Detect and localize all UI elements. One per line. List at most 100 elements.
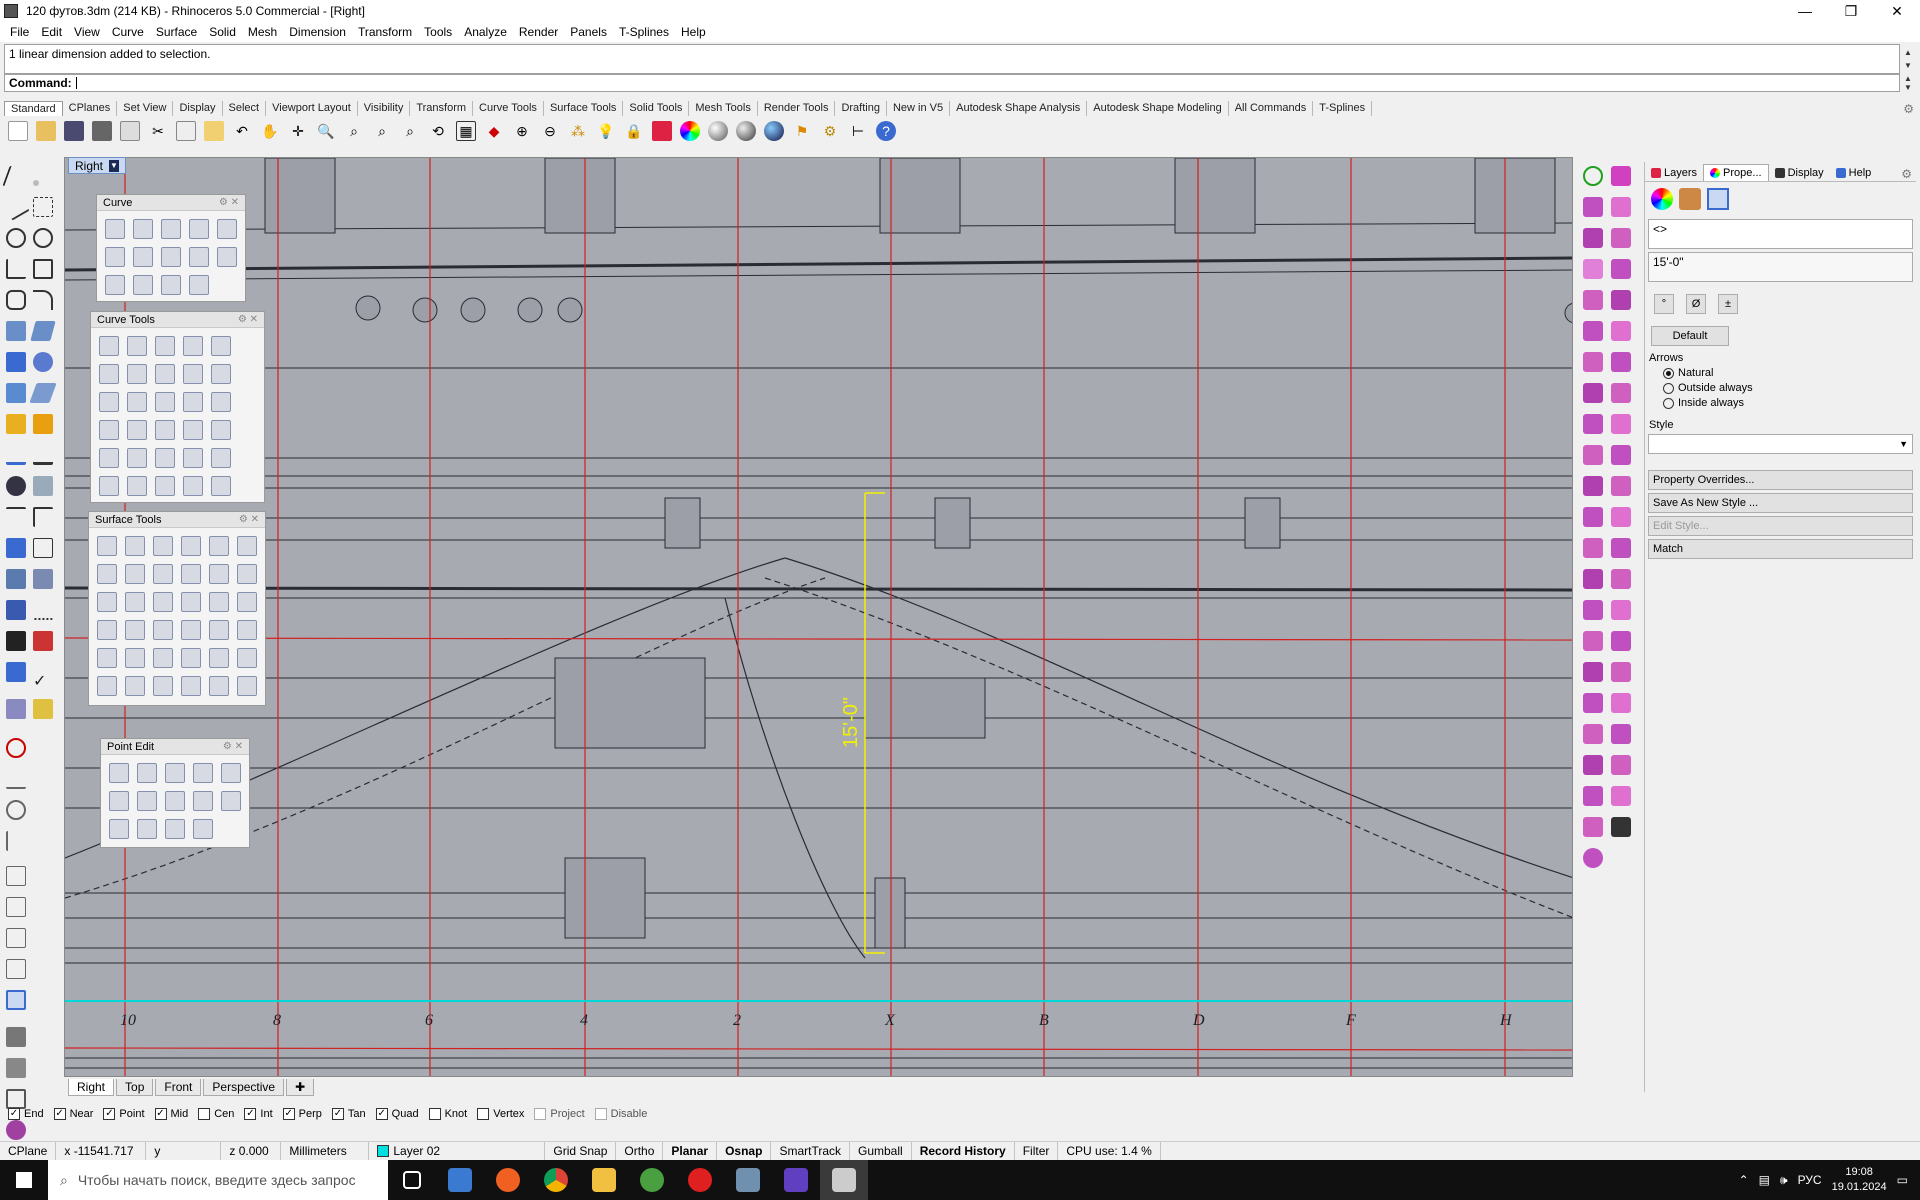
command-line-scroll[interactable]: ▲ ▼ [1900, 74, 1916, 92]
tool-icon[interactable] [211, 392, 231, 412]
tool-icon[interactable] [97, 536, 117, 556]
tool-icon[interactable] [209, 648, 229, 668]
scale-icon[interactable] [33, 538, 53, 558]
zoom-selected-icon[interactable]: ⌕ [400, 121, 420, 141]
viewport-title[interactable]: Right ▼ [68, 157, 127, 174]
tool-icon[interactable] [183, 392, 203, 412]
tab-standard[interactable]: Standard [4, 101, 63, 116]
zoom-icon[interactable]: 🔍 [316, 121, 336, 141]
tool-icon[interactable] [153, 620, 173, 640]
tsplines-tool-icon[interactable] [1611, 538, 1631, 558]
boolean-diff-icon[interactable] [33, 476, 53, 496]
grid-snap-icon[interactable]: ⊕ [512, 121, 532, 141]
split-icon[interactable] [33, 414, 53, 434]
tab-new-in-v5[interactable]: New in V5 [887, 101, 951, 116]
tsplines-extrude-icon[interactable] [1611, 228, 1631, 248]
tsplines-tool-icon[interactable] [1611, 693, 1631, 713]
tool-icon[interactable] [133, 275, 153, 295]
tool-icon[interactable] [105, 247, 125, 267]
style-select[interactable]: ▼ [1648, 434, 1913, 454]
tab-transform[interactable]: Transform [410, 101, 474, 116]
tab-display[interactable]: Display [173, 101, 223, 116]
menu-analyze[interactable]: Analyze [458, 25, 513, 39]
tool-icon[interactable] [153, 564, 173, 584]
viewport-tab-front[interactable]: Front [155, 1079, 202, 1096]
tool-icon[interactable] [183, 336, 203, 356]
tool-icon[interactable] [183, 448, 203, 468]
options-gear-icon[interactable]: ⚙ [820, 121, 840, 141]
status-ortho[interactable]: Ortho [616, 1141, 664, 1160]
move-view-icon[interactable]: ✛ [288, 121, 308, 141]
osnap-int-checkbox[interactable]: ✓ Int [244, 1108, 273, 1120]
open-file-icon[interactable] [36, 121, 56, 141]
explode-icon[interactable] [6, 414, 26, 434]
tsplines-tool-icon[interactable] [1583, 259, 1603, 279]
tsplines-tool-icon[interactable] [1611, 445, 1631, 465]
osnap-point-checkbox[interactable]: ✓ Point [103, 1108, 145, 1120]
arrows-natural-radio[interactable]: Natural [1663, 367, 1916, 379]
tool-icon[interactable] [97, 564, 117, 584]
tab-tsplines[interactable]: T-Splines [1313, 101, 1373, 116]
tool-icon[interactable] [237, 592, 257, 612]
taskbar-app-chrome[interactable] [532, 1160, 580, 1200]
point-icon[interactable] [33, 180, 39, 186]
polygon-icon[interactable] [6, 290, 26, 310]
tool-icon[interactable] [189, 247, 209, 267]
array-icon[interactable] [6, 569, 26, 589]
tool-icon[interactable] [97, 648, 117, 668]
copy-icon[interactable] [176, 121, 196, 141]
ortho-icon[interactable]: ⊖ [540, 121, 560, 141]
tab-autodesk-shape-modeling[interactable]: Autodesk Shape Modeling [1087, 101, 1229, 116]
menu-curve[interactable]: Curve [106, 25, 150, 39]
tsplines-tool-icon[interactable] [1611, 476, 1631, 496]
material-icon[interactable] [33, 699, 53, 719]
tool-icon[interactable] [109, 763, 129, 783]
tool-icon[interactable] [237, 620, 257, 640]
tab-surface-tools[interactable]: Surface Tools [544, 101, 624, 116]
arrows-outside-radio[interactable]: Outside always [1663, 382, 1916, 394]
view-top-icon[interactable] [6, 866, 26, 886]
tool-icon[interactable] [165, 791, 185, 811]
tool-icon[interactable] [181, 676, 201, 696]
circle-3pt-icon[interactable] [33, 228, 53, 248]
rendered-sphere-icon[interactable] [764, 121, 784, 141]
tsplines-tool-icon[interactable] [1583, 662, 1603, 682]
tool-icon[interactable] [127, 336, 147, 356]
tsplines-tool-icon[interactable] [1611, 290, 1631, 310]
tab-cplanes[interactable]: CPlanes [63, 101, 118, 116]
tool-icon[interactable] [97, 620, 117, 640]
tool-icon[interactable] [237, 536, 257, 556]
box-icon[interactable] [6, 352, 26, 372]
close-icon[interactable]: ✕ [1874, 3, 1920, 20]
status-units[interactable]: Millimeters [281, 1141, 370, 1160]
tool-icon[interactable] [133, 247, 153, 267]
tsplines-tool-icon[interactable] [1583, 321, 1603, 341]
surface-icon[interactable] [6, 321, 26, 341]
tsplines-tool-icon[interactable] [1611, 259, 1631, 279]
tool-icon[interactable] [153, 536, 173, 556]
notepad-icon[interactable] [6, 662, 26, 682]
tsplines-tool-icon[interactable] [1611, 786, 1631, 806]
print-icon[interactable] [92, 121, 112, 141]
analyze-icon[interactable] [33, 631, 53, 651]
taskbar-app-explorer[interactable] [580, 1160, 628, 1200]
tool-icon[interactable] [125, 564, 145, 584]
view-iso-icon[interactable] [6, 990, 26, 1010]
tool-icon[interactable] [237, 676, 257, 696]
tool-icon[interactable] [99, 448, 119, 468]
tool-icon[interactable] [153, 592, 173, 612]
tool-icon[interactable] [105, 275, 125, 295]
status-cplane[interactable]: CPlane [0, 1141, 57, 1160]
rotate-view-icon[interactable]: ⟲ [428, 121, 448, 141]
close-icon[interactable]: ⚙ ✕ [238, 314, 258, 325]
tool-icon[interactable] [209, 592, 229, 612]
boolean-union-icon[interactable] [6, 476, 26, 496]
status-planar[interactable]: Planar [663, 1141, 718, 1160]
tsplines-tool-icon[interactable] [1583, 538, 1603, 558]
osnap-disable-checkbox[interactable]: Disable [594, 1108, 647, 1120]
osnap-project-checkbox[interactable]: Project [534, 1108, 585, 1120]
viewport-right[interactable]: 15'-0" 10 8 6 4 2 X B D F H [64, 157, 1573, 1077]
trim-icon[interactable] [6, 445, 26, 465]
tool-icon[interactable] [127, 420, 147, 440]
close-icon[interactable]: ⚙ ✕ [223, 741, 243, 752]
